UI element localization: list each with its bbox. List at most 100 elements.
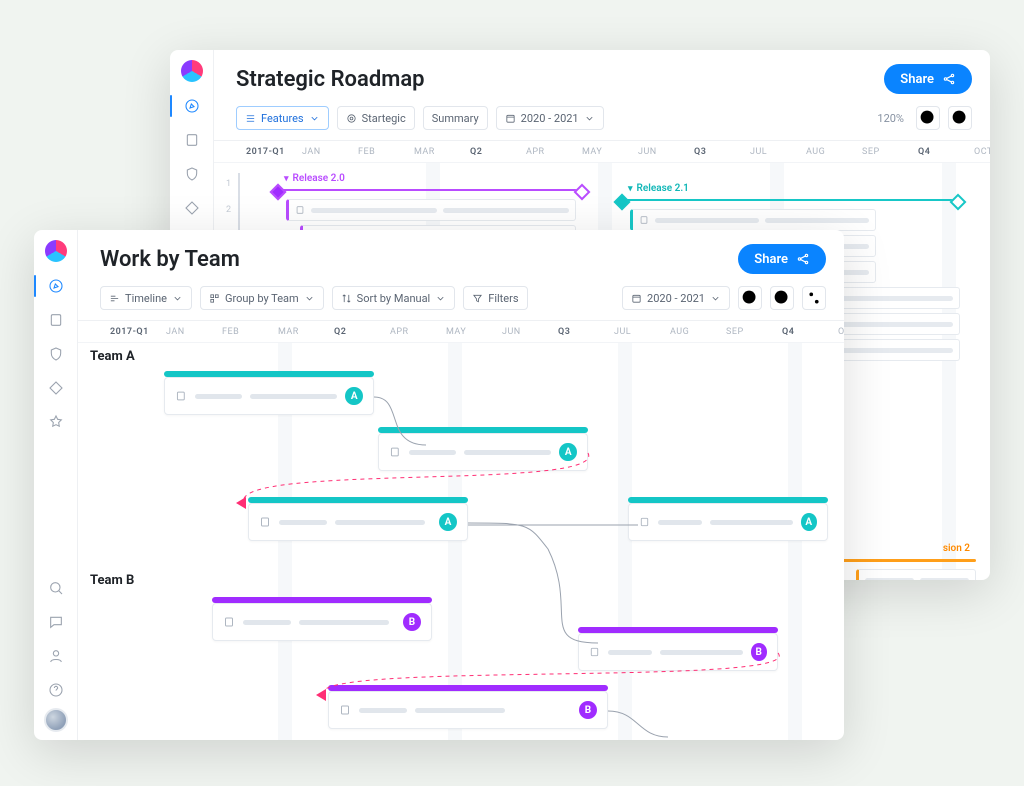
toolbar: Timeline Group by Team Sort by Manual Fi… — [78, 282, 844, 321]
axis-tick: SEP — [726, 327, 782, 337]
nav-shield-icon[interactable] — [178, 160, 206, 188]
chip-label: Sort by Manual — [357, 292, 431, 305]
axis-tick: Q2 — [470, 147, 482, 157]
nav-shield-icon[interactable] — [42, 340, 70, 368]
release-bar[interactable] — [620, 199, 960, 201]
nav-chat-icon[interactable] — [42, 608, 70, 636]
work-card[interactable]: B — [578, 633, 778, 671]
filters[interactable]: Filters — [463, 286, 527, 310]
team-badge: A — [345, 387, 363, 405]
zoom-out-button[interactable] — [916, 106, 940, 130]
axis-tick: APR — [526, 147, 582, 157]
toolbar: Features Startegic Summary 2020 - 2021 1… — [214, 102, 990, 141]
axis-tick: AUG — [806, 147, 862, 157]
settings-button[interactable] — [802, 286, 826, 310]
share-button-label: Share — [900, 72, 934, 87]
sidebar — [34, 230, 78, 740]
axis-tick: Q4 — [782, 327, 794, 337]
axis-tick: OCT — [838, 327, 844, 337]
axis-tick: SEP — [862, 147, 918, 157]
share-button[interactable]: Share — [884, 64, 972, 94]
work-card[interactable]: A — [628, 503, 828, 541]
work-card[interactable]: B — [212, 603, 432, 641]
nav-doc-icon[interactable] — [178, 126, 206, 154]
axis-tick: JAN — [166, 327, 222, 337]
share-button[interactable]: Share — [738, 244, 826, 274]
nav-tag-icon[interactable] — [178, 194, 206, 222]
page-title: Strategic Roadmap — [236, 67, 874, 92]
axis-tick: JUN — [502, 327, 558, 337]
zoom-in-button[interactable] — [770, 286, 794, 310]
group-icon — [209, 293, 220, 304]
axis-tick: FEB — [222, 327, 278, 337]
team-badge: A — [439, 513, 457, 531]
chevron-down-icon — [435, 293, 446, 304]
page-title: Work by Team — [100, 247, 728, 272]
work-card[interactable]: B — [328, 691, 608, 729]
chevron-down-icon — [584, 113, 595, 124]
share-icon — [942, 72, 956, 86]
zoom-out-button[interactable] — [738, 286, 762, 310]
chevron-down-icon: ▾ — [628, 184, 633, 194]
doc-icon — [389, 446, 401, 458]
team-badge: B — [579, 701, 597, 719]
team-badge: A — [801, 513, 818, 531]
sort-icon — [341, 293, 352, 304]
filter-daterange[interactable]: 2020 - 2021 — [622, 286, 730, 310]
nav-compass-icon[interactable] — [42, 272, 70, 300]
group-by[interactable]: Group by Team — [200, 286, 324, 310]
axis-tick: OCT — [974, 147, 990, 157]
axis-tick: 2017-Q1 — [110, 327, 149, 337]
team-heading: Team A — [90, 349, 135, 364]
roadmap-item[interactable] — [286, 199, 576, 221]
chevron-down-icon — [172, 293, 183, 304]
doc-icon — [175, 390, 187, 402]
chip-label: Timeline — [125, 292, 167, 305]
release-bar-orange[interactable] — [836, 559, 976, 562]
nav-user-icon[interactable] — [42, 642, 70, 670]
nav-star-icon[interactable] — [42, 408, 70, 436]
axis-tick: JAN — [302, 147, 358, 157]
axis-tick: MAR — [414, 147, 470, 157]
chip-label: 2020 - 2021 — [647, 292, 705, 305]
doc-icon — [339, 704, 351, 716]
calendar-icon — [631, 293, 642, 304]
axis-tick: MAY — [582, 147, 638, 157]
nav-tag-icon[interactable] — [42, 374, 70, 402]
nav-doc-icon[interactable] — [42, 306, 70, 334]
release-label: Release 2.1 — [637, 183, 689, 194]
nav-compass-icon[interactable] — [178, 92, 206, 120]
axis-tick: 2017-Q1 — [246, 147, 285, 157]
chip-label: Features — [261, 112, 304, 125]
filter-summary[interactable]: Summary — [423, 106, 488, 130]
work-card[interactable]: A — [378, 433, 588, 471]
user-avatar[interactable] — [44, 708, 68, 732]
team-heading: Team B — [90, 573, 134, 588]
doc-icon — [639, 516, 650, 528]
sort-by[interactable]: Sort by Manual — [332, 286, 456, 310]
filter-strategic[interactable]: Startegic — [337, 106, 415, 130]
axis-tick: MAR — [278, 327, 334, 337]
release-header[interactable]: ▾ Release 2.1 — [628, 183, 689, 194]
filter-features[interactable]: Features — [236, 106, 329, 130]
axis-tick: Q3 — [694, 147, 706, 157]
nav-search-icon[interactable] — [42, 574, 70, 602]
work-card[interactable]: A — [164, 377, 374, 415]
roadmap-item[interactable] — [630, 209, 876, 231]
zoom-level: 120% — [877, 112, 904, 125]
app-logo — [45, 240, 67, 262]
work-card[interactable]: A — [248, 503, 468, 541]
nav-help-icon[interactable] — [42, 676, 70, 704]
chip-label: Filters — [488, 292, 518, 305]
dependency-link — [468, 521, 638, 531]
roadmap-item[interactable] — [856, 569, 976, 580]
timeline-axis: 2017-Q1 JAN FEB MAR Q2 APR MAY JUN Q3 JU… — [78, 321, 844, 343]
calendar-icon — [505, 113, 516, 124]
view-timeline[interactable]: Timeline — [100, 286, 192, 310]
axis-tick: JUL — [750, 147, 806, 157]
filter-icon — [472, 293, 483, 304]
filter-daterange[interactable]: 2020 - 2021 — [496, 106, 604, 130]
arrow-icon — [316, 689, 326, 701]
zoom-in-button[interactable] — [948, 106, 972, 130]
timeline-icon — [109, 293, 120, 304]
